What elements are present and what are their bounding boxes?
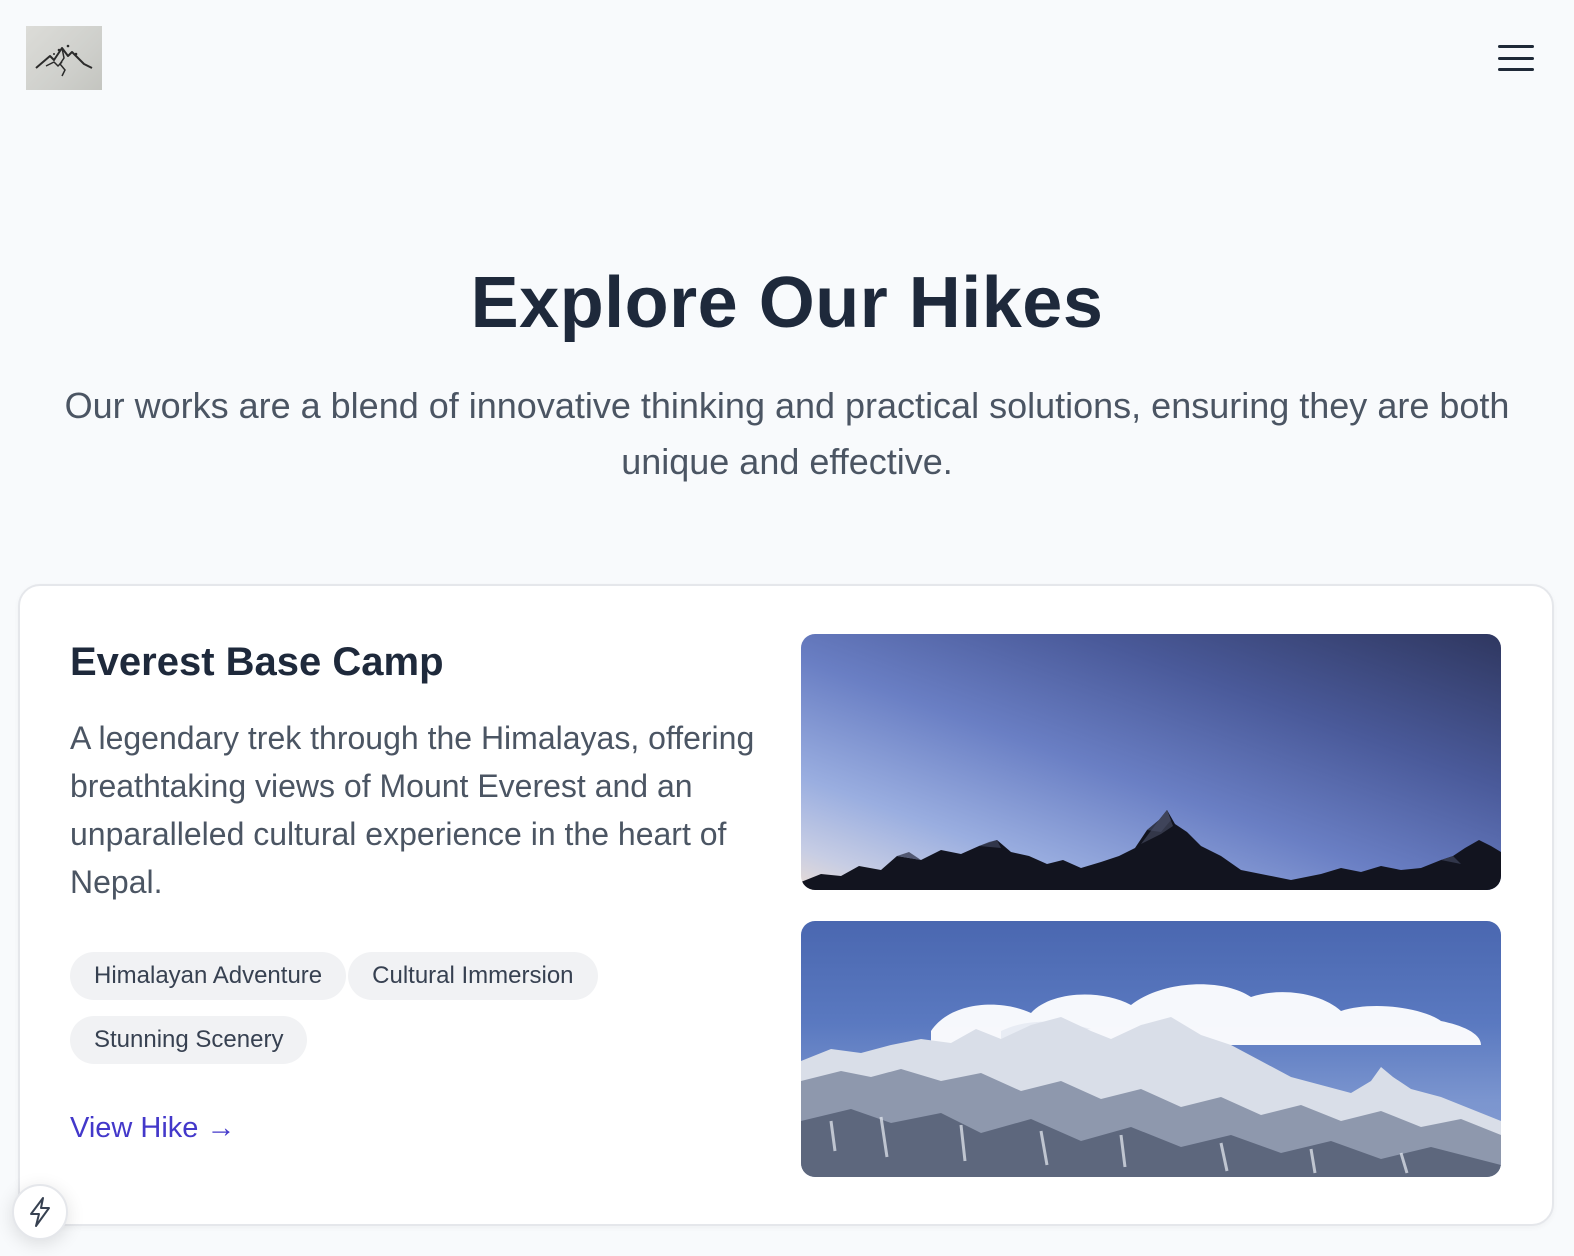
hike-title: Everest Base Camp (70, 640, 444, 684)
hamburger-menu-button[interactable] (1496, 40, 1536, 76)
hamburger-menu-icon (1498, 45, 1534, 48)
hike-card: Everest Base Camp A legendary trek throu… (18, 584, 1554, 1226)
site-logo[interactable] (26, 26, 102, 90)
tag-himalayan-adventure: Himalayan Adventure (70, 952, 347, 1000)
page-subtitle: Our works are a blend of innovative thin… (64, 385, 1510, 482)
tag-stunning-scenery: Stunning Scenery (70, 1016, 308, 1064)
view-hike-link[interactable]: View Hike → (70, 1112, 235, 1145)
floating-action-button[interactable] (12, 1184, 68, 1240)
hike-tags: Himalayan Adventure Cultural Immersion S… (70, 952, 650, 1064)
hike-image-snowy-peaks (801, 921, 1501, 1177)
page-title: Explore Our Hikes (470, 263, 1104, 343)
top-bar (0, 0, 1574, 120)
tag-cultural-immersion: Cultural Immersion (348, 952, 598, 1000)
hike-image-mountain-silhouette (801, 634, 1501, 890)
mountain-logo-icon (35, 44, 93, 77)
hike-description: A legendary trek through the Himalayas, … (70, 720, 755, 900)
lightning-bolt-icon (30, 1197, 50, 1227)
